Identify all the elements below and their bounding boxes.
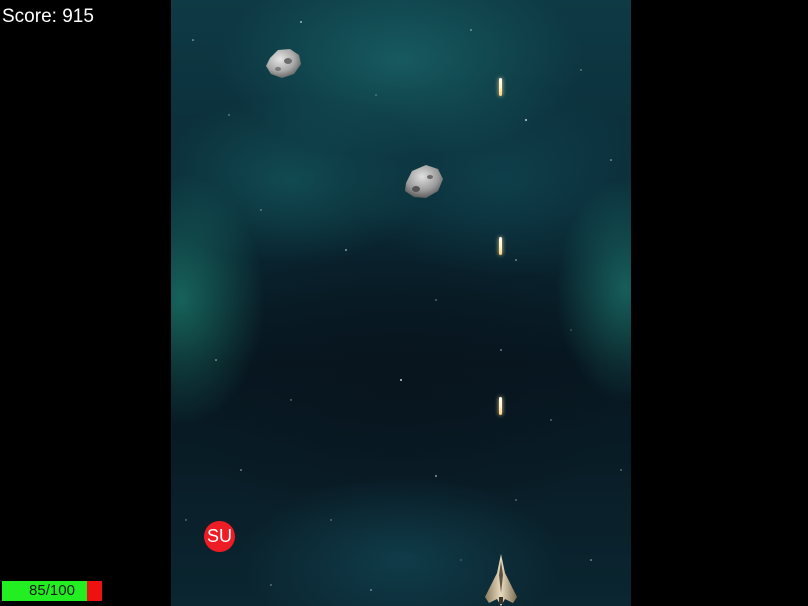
starfield xyxy=(185,21,622,591)
health-bar: 85/100 xyxy=(2,581,102,601)
asteroid-icon xyxy=(266,49,301,78)
laser-bolt xyxy=(499,237,502,255)
laser-bolt xyxy=(499,397,502,415)
game-playfield[interactable] xyxy=(171,0,631,606)
health-label: 85/100 xyxy=(29,582,75,599)
spaceship-icon[interactable] xyxy=(483,553,519,606)
laser-bolt xyxy=(499,78,502,96)
powerup-badge[interactable]: SU xyxy=(204,521,235,552)
score-label: Score: 915 xyxy=(2,6,94,27)
asteroid-icon xyxy=(405,165,443,198)
